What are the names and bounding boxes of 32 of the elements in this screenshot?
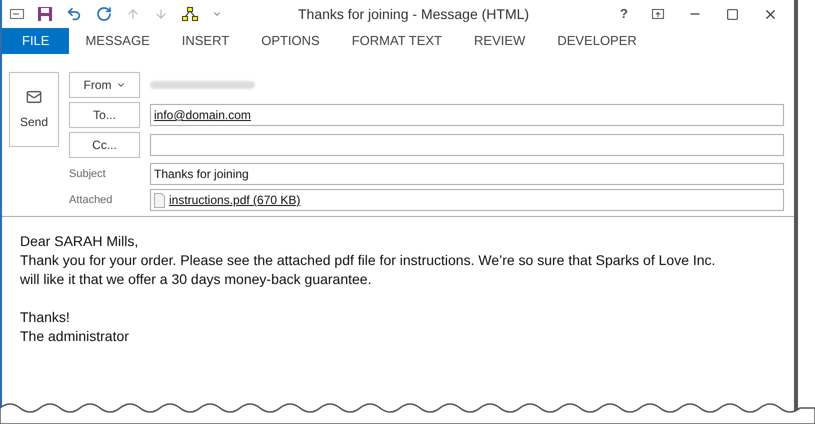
file-icon — [154, 192, 165, 208]
ribbon-display-icon[interactable] — [652, 9, 664, 19]
undo-icon[interactable] — [66, 6, 82, 22]
attached-label: Attached — [69, 192, 114, 208]
ribbon-tab[interactable]: REVIEW — [458, 28, 542, 54]
ribbon-tab[interactable]: INSERT — [166, 28, 246, 54]
body-text-line: Thank you for your order. Please see the attached pdf file for instructions. We’re so sure that Sparks of Love Inc. — [20, 251, 716, 270]
cc-field[interactable] — [150, 134, 784, 156]
from-button[interactable]: From — [69, 72, 140, 98]
window-title: Thanks for joining - Message (HTML) — [298, 4, 530, 24]
ribbon-tab[interactable]: DEVELOPER — [541, 28, 653, 54]
help-button[interactable]: ? — [620, 4, 628, 24]
to-field[interactable]: info@domain.com — [150, 104, 784, 126]
subject-field[interactable]: Thanks for joining — [150, 163, 784, 185]
attachment-link[interactable]: instructions.pdf (670 KB) — [169, 191, 300, 209]
recipient-address[interactable]: info@domain.com — [154, 106, 251, 124]
cc-button[interactable]: Cc... — [69, 132, 140, 158]
save-icon[interactable] — [38, 7, 52, 21]
ribbon-tab[interactable]: FILE — [2, 28, 70, 54]
ribbon-tab[interactable]: OPTIONS — [245, 28, 336, 54]
body-text-line: Dear SARAH Mills, — [20, 232, 140, 251]
redo-icon[interactable] — [96, 6, 112, 22]
hierarchy-icon[interactable] — [182, 7, 198, 21]
body-text-line: The administrator — [20, 327, 130, 346]
body-text-line: will like it that we offer a 30 days money-back guarantee. — [20, 270, 372, 289]
ribbon-tab[interactable]: MESSAGE — [69, 28, 166, 54]
body-text-line: Thanks! — [20, 308, 71, 327]
send-button[interactable]: Send — [9, 72, 59, 147]
subject-label: Subject — [69, 166, 107, 182]
to-button[interactable]: To... — [69, 102, 140, 128]
ribbon-tab[interactable]: FORMAT TEXT — [336, 28, 458, 54]
maximize-icon[interactable] — [726, 8, 739, 20]
